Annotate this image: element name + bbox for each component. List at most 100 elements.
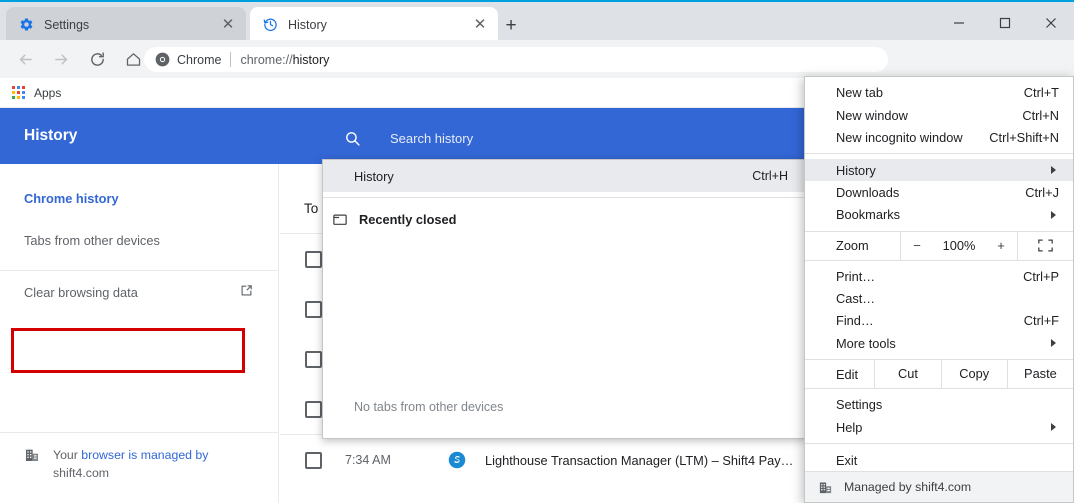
managed-footer-label: Managed by shift4.com (844, 480, 972, 495)
menu-item-history[interactable]: History (805, 159, 1073, 182)
close-icon[interactable]: ✕ (468, 13, 492, 37)
menu-item-cast[interactable]: Cast… (805, 288, 1073, 310)
sidebar-item-label: Tabs from other devices (24, 232, 160, 248)
window-icon (332, 211, 348, 227)
window-controls (936, 4, 1074, 42)
menu-row-edit: Edit Cut Copy Paste (805, 360, 1073, 389)
sidebar-item-clear-browsing-data[interactable]: Clear browsing data (0, 271, 278, 313)
search-placeholder: Search history (390, 130, 474, 146)
menu-item-more-tools[interactable]: More tools (805, 332, 1073, 354)
submenu-item-history[interactable]: History Ctrl+H (323, 160, 805, 192)
enterprise-building-icon (24, 447, 40, 483)
menu-item-label: Bookmarks (836, 207, 901, 223)
managed-link[interactable]: browser is managed by (81, 448, 208, 462)
submenu-empty-message: No tabs from other devices (354, 400, 504, 414)
menu-item-label: New tab (836, 85, 883, 101)
menu-item-new-tab[interactable]: New tab Ctrl+T (805, 82, 1073, 104)
highlight-annotation (11, 328, 245, 373)
enterprise-building-icon (817, 479, 833, 495)
edit-label: Edit (836, 366, 859, 382)
chevron-right-icon (1051, 423, 1056, 432)
managed-text: Your browser is managed by shift4.com (53, 448, 209, 481)
menu-item-settings[interactable]: Settings (805, 394, 1073, 416)
submenu-item-label: Recently closed (359, 211, 457, 227)
menu-item-print[interactable]: Print… Ctrl+P (805, 265, 1073, 287)
cut-button[interactable]: Cut (874, 360, 940, 389)
zoom-value: 100% (942, 238, 976, 254)
browser-window: Settings ✕ History ✕ + Chrome chrome://h… (0, 0, 1074, 503)
menu-item-exit[interactable]: Exit (805, 449, 1073, 471)
submenu-item-shortcut: Ctrl+H (752, 169, 788, 183)
row-checkbox[interactable] (305, 400, 322, 418)
address-bar[interactable]: Chrome chrome://history (144, 47, 888, 72)
menu-item-new-incognito-window[interactable]: New incognito window Ctrl+Shift+N (805, 126, 1073, 148)
paste-button[interactable]: Paste (1006, 360, 1073, 389)
menu-item-label: Cast… (836, 291, 876, 307)
menu-item-new-window[interactable]: New window Ctrl+N (805, 104, 1073, 126)
forward-icon[interactable] (46, 44, 76, 74)
zoom-out-button[interactable]: − (901, 238, 933, 253)
menu-item-shortcut: Ctrl+T (1023, 85, 1059, 101)
history-submenu: History Ctrl+H Recently closed No tabs f… (322, 159, 806, 439)
menu-managed-footer[interactable]: Managed by shift4.com (805, 471, 1073, 503)
url-text: chrome://history (240, 52, 330, 67)
origin-label: Chrome (177, 52, 222, 67)
close-button[interactable] (1028, 4, 1074, 42)
minimize-button[interactable] (936, 4, 982, 42)
menu-item-label: Help (836, 419, 863, 435)
maximize-button[interactable] (982, 4, 1028, 42)
menu-item-find[interactable]: Find… Ctrl+F (805, 310, 1073, 332)
row-checkbox[interactable] (305, 300, 322, 318)
menu-item-label: Print… (836, 268, 876, 284)
menu-item-label: History (836, 162, 876, 178)
menu-item-shortcut: Ctrl+J (1025, 184, 1059, 200)
menu-item-shortcut: Ctrl+P (1023, 268, 1059, 284)
row-checkbox[interactable] (305, 451, 322, 469)
menu-item-downloads[interactable]: Downloads Ctrl+J (805, 181, 1073, 203)
zoom-controls: − 100% + (900, 231, 1017, 260)
apps-grid-icon (12, 85, 26, 100)
chevron-right-icon (1051, 339, 1056, 348)
history-sidebar: Chrome history Tabs from other devices C… (0, 164, 279, 503)
tab-label: History (288, 17, 327, 32)
sidebar-item-label: Clear browsing data (24, 284, 138, 300)
tab-settings[interactable]: Settings ✕ (6, 7, 246, 42)
sidebar-item-tabs-from-other-devices[interactable]: Tabs from other devices (0, 219, 278, 261)
menu-item-label: More tools (836, 335, 896, 351)
copy-button[interactable]: Copy (940, 360, 1007, 389)
chrome-main-menu: New tab Ctrl+T New window Ctrl+N New inc… (804, 76, 1074, 503)
fullscreen-icon[interactable] (1017, 231, 1073, 260)
menu-item-label: New window (836, 107, 908, 123)
row-checkbox[interactable] (305, 250, 322, 268)
menu-item-label: Settings (836, 397, 883, 413)
submenu-divider (323, 197, 805, 198)
tab-history[interactable]: History ✕ (250, 7, 498, 42)
reload-icon[interactable] (82, 44, 112, 74)
apps-label: Apps (34, 85, 62, 100)
menu-item-label: Exit (836, 452, 858, 468)
chrome-logo-icon (154, 52, 170, 68)
row-checkbox[interactable] (305, 350, 322, 368)
submenu-item-recently-closed[interactable]: Recently closed (323, 203, 805, 235)
search-icon (342, 128, 362, 148)
menu-item-shortcut: Ctrl+Shift+N (989, 129, 1059, 145)
zoom-in-button[interactable]: + (985, 238, 1017, 253)
back-icon[interactable] (10, 44, 40, 74)
title-bar: Settings ✕ History ✕ + (0, 0, 1074, 42)
menu-item-label: Find… (836, 313, 874, 329)
row-title[interactable]: Lighthouse Transaction Manager (LTM) – S… (485, 453, 793, 468)
menu-row-zoom: Zoom − 100% + (805, 231, 1073, 260)
browser-toolbar: Chrome chrome://history e G (0, 40, 1074, 114)
menu-item-help[interactable]: Help (805, 416, 1073, 438)
gear-icon (18, 17, 34, 33)
row-time: 7:34 AM (345, 453, 391, 467)
tab-label: Settings (44, 17, 90, 32)
close-icon[interactable]: ✕ (216, 13, 240, 37)
site-favicon-icon (447, 450, 467, 470)
apps-shortcut[interactable]: Apps (12, 85, 62, 100)
menu-item-shortcut: Ctrl+N (1022, 107, 1059, 123)
menu-item-bookmarks[interactable]: Bookmarks (805, 204, 1073, 226)
sidebar-item-chrome-history[interactable]: Chrome history (0, 177, 278, 219)
history-clock-icon (262, 17, 278, 33)
new-tab-button[interactable]: + (498, 12, 524, 38)
